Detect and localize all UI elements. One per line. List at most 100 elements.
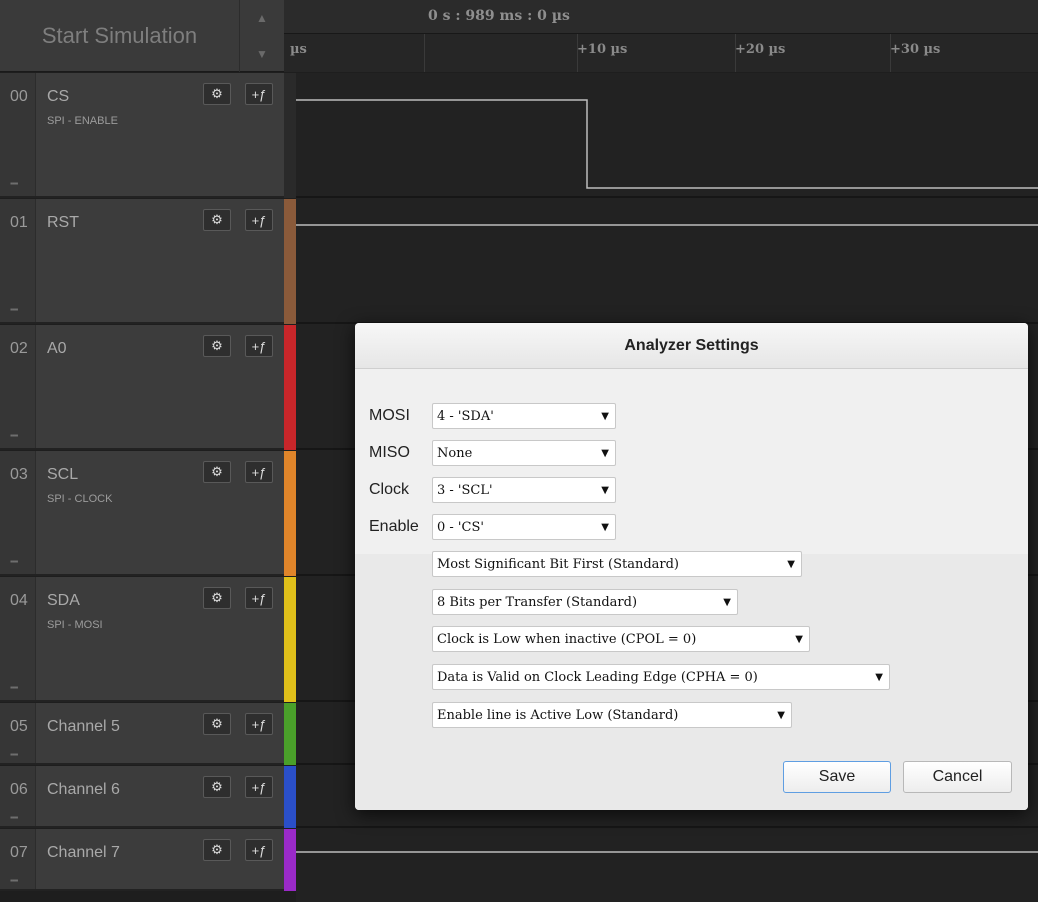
enable-row: Enable 0 - 'CS' ▼ <box>369 514 616 540</box>
chevron-down-icon: ▼ <box>601 484 609 496</box>
mosi-select[interactable]: 4 - 'SDA' ▼ <box>432 403 616 429</box>
channel-row-07[interactable]: 07 Channel 7 ▪▪▪▪ ⚙ +ƒ <box>0 829 284 891</box>
bit-order-select[interactable]: Most Significant Bit First (Standard) ▼ <box>432 551 802 577</box>
channel-name[interactable]: SDA <box>47 592 80 610</box>
tick-label: +30 µs <box>890 42 941 57</box>
channel-number: 02 <box>0 325 36 448</box>
bits-per-transfer-value: 8 Bits per Transfer (Standard) <box>437 594 638 610</box>
channel-color-bar <box>284 199 296 324</box>
enable-polarity-select[interactable]: Enable line is Active Low (Standard) ▼ <box>432 702 792 728</box>
bits-per-transfer-select[interactable]: 8 Bits per Transfer (Standard) ▼ <box>432 589 738 615</box>
channel-row-01[interactable]: 01 RST ▪▪▪▪ ⚙ +ƒ <box>0 199 284 324</box>
channel-row-04[interactable]: 04 SDA SPI - MOSI ▪▪▪▪ ⚙ +ƒ <box>0 577 284 702</box>
channel-name[interactable]: Channel 5 <box>47 718 120 736</box>
clock-label: Clock <box>369 481 410 498</box>
mosi-row: MOSI 4 - 'SDA' ▼ <box>369 403 616 429</box>
gear-icon[interactable]: ⚙ <box>203 335 231 357</box>
drag-grip-icon[interactable]: ▪▪▪▪ <box>10 557 18 566</box>
cs-signal-trace <box>296 99 1038 189</box>
drag-grip-icon[interactable]: ▪▪▪▪ <box>10 305 18 314</box>
cpol-select[interactable]: Clock is Low when inactive (CPOL = 0) ▼ <box>432 626 810 652</box>
channel-name[interactable]: RST <box>47 214 79 232</box>
dialog-title: Analyzer Settings <box>355 323 1028 369</box>
chevron-down-icon: ▼ <box>795 633 803 645</box>
time-readout: 0 s : 989 ms : 0 µs <box>428 8 570 24</box>
enable-select[interactable]: 0 - 'CS' ▼ <box>432 514 616 540</box>
channel-row-00[interactable]: 00 CS SPI - ENABLE ▪▪▪▪ ⚙ +ƒ <box>0 73 284 198</box>
dialog-footer: Save Cancel <box>355 761 1028 810</box>
channel-row-05[interactable]: 05 Channel 5 ▪▪▪▪ ⚙ +ƒ <box>0 703 284 765</box>
channel-name[interactable]: Channel 7 <box>47 844 120 862</box>
drag-grip-icon[interactable]: ▪▪▪▪ <box>10 431 18 440</box>
chevron-down-icon: ▼ <box>787 558 795 570</box>
channel-name[interactable]: A0 <box>47 340 67 358</box>
channel-row-06[interactable]: 06 Channel 6 ▪▪▪▪ ⚙ +ƒ <box>0 766 284 828</box>
trigger-edge-icon[interactable]: +ƒ <box>245 776 273 798</box>
gear-icon[interactable]: ⚙ <box>203 83 231 105</box>
drag-grip-icon[interactable]: ▪▪▪▪ <box>10 750 18 759</box>
start-simulation-area: Start Simulation ▲ ▼ <box>0 0 284 72</box>
channel-color-bar <box>284 829 296 891</box>
clock-select[interactable]: 3 - 'SCL' ▼ <box>432 477 616 503</box>
cpha-select[interactable]: Data is Valid on Clock Leading Edge (CPH… <box>432 664 890 690</box>
gear-icon[interactable]: ⚙ <box>203 776 231 798</box>
tick-label: +10 µs <box>577 42 628 57</box>
gear-icon[interactable]: ⚙ <box>203 713 231 735</box>
tick-label: +20 µs <box>735 42 786 57</box>
drag-grip-icon[interactable]: ▪▪▪▪ <box>10 683 18 692</box>
cpha-value: Data is Valid on Clock Leading Edge (CPH… <box>437 669 758 685</box>
gear-icon[interactable]: ⚙ <box>203 587 231 609</box>
channel-number: 00 <box>0 73 36 196</box>
channel-number: 01 <box>0 199 36 322</box>
trigger-edge-icon[interactable]: +ƒ <box>245 335 273 357</box>
enable-label: Enable <box>369 518 419 535</box>
channel-name[interactable]: CS <box>47 88 69 106</box>
chevron-down-icon: ▼ <box>601 447 609 459</box>
miso-value: None <box>437 445 473 461</box>
chevron-down-icon[interactable]: ▼ <box>240 36 284 72</box>
channel-number: 05 <box>0 703 36 763</box>
chevron-up-icon[interactable]: ▲ <box>240 0 284 36</box>
channel-color-bar <box>284 577 296 702</box>
trigger-edge-icon[interactable]: +ƒ <box>245 83 273 105</box>
bit-order-row: Most Significant Bit First (Standard) ▼ <box>432 551 802 577</box>
trigger-edge-icon[interactable]: +ƒ <box>245 587 273 609</box>
channel-number: 04 <box>0 577 36 700</box>
channel-number: 07 <box>0 829 36 889</box>
chevron-down-icon: ▼ <box>777 709 785 721</box>
enable-polarity-row: Enable line is Active Low (Standard) ▼ <box>432 702 792 728</box>
drag-grip-icon[interactable]: ▪▪▪▪ <box>10 876 18 885</box>
clock-row: Clock 3 - 'SCL' ▼ <box>369 477 616 503</box>
drag-grip-icon[interactable]: ▪▪▪▪ <box>10 813 18 822</box>
chevron-down-icon: ▼ <box>875 671 883 683</box>
channel-row-03[interactable]: 03 SCL SPI - CLOCK ▪▪▪▪ ⚙ +ƒ <box>0 451 284 576</box>
drag-grip-icon[interactable]: ▪▪▪▪ <box>10 179 18 188</box>
channel-analyzer-label: SPI - ENABLE <box>47 115 118 127</box>
trigger-edge-icon[interactable]: +ƒ <box>245 461 273 483</box>
dialog-body: MOSI 4 - 'SDA' ▼ MISO None ▼ Clock 3 - '… <box>355 369 1028 810</box>
cpha-row: Data is Valid on Clock Leading Edge (CPH… <box>432 664 890 690</box>
gear-icon[interactable]: ⚙ <box>203 461 231 483</box>
miso-select[interactable]: None ▼ <box>432 440 616 466</box>
channel-color-bar <box>284 325 296 450</box>
enable-value: 0 - 'CS' <box>437 519 484 535</box>
start-simulation-button[interactable]: Start Simulation <box>0 0 240 72</box>
simulation-spinner[interactable]: ▲ ▼ <box>240 0 284 72</box>
gear-icon[interactable]: ⚙ <box>203 209 231 231</box>
channel-number: 03 <box>0 451 36 574</box>
trigger-edge-icon[interactable]: +ƒ <box>245 839 273 861</box>
channel-color-bar <box>284 73 296 198</box>
gear-icon[interactable]: ⚙ <box>203 839 231 861</box>
trigger-edge-icon[interactable]: +ƒ <box>245 713 273 735</box>
chevron-down-icon: ▼ <box>723 596 731 608</box>
cancel-button[interactable]: Cancel <box>903 761 1012 793</box>
channel-name[interactable]: Channel 6 <box>47 781 120 799</box>
cpol-value: Clock is Low when inactive (CPOL = 0) <box>437 631 697 647</box>
analyzer-settings-dialog: Analyzer Settings MOSI 4 - 'SDA' ▼ MISO … <box>355 323 1028 810</box>
channel-name[interactable]: SCL <box>47 466 78 484</box>
save-button[interactable]: Save <box>783 761 891 793</box>
channel-color-bar <box>284 451 296 576</box>
chevron-down-icon: ▼ <box>601 410 609 422</box>
trigger-edge-icon[interactable]: +ƒ <box>245 209 273 231</box>
channel-row-02[interactable]: 02 A0 ▪▪▪▪ ⚙ +ƒ <box>0 325 284 450</box>
